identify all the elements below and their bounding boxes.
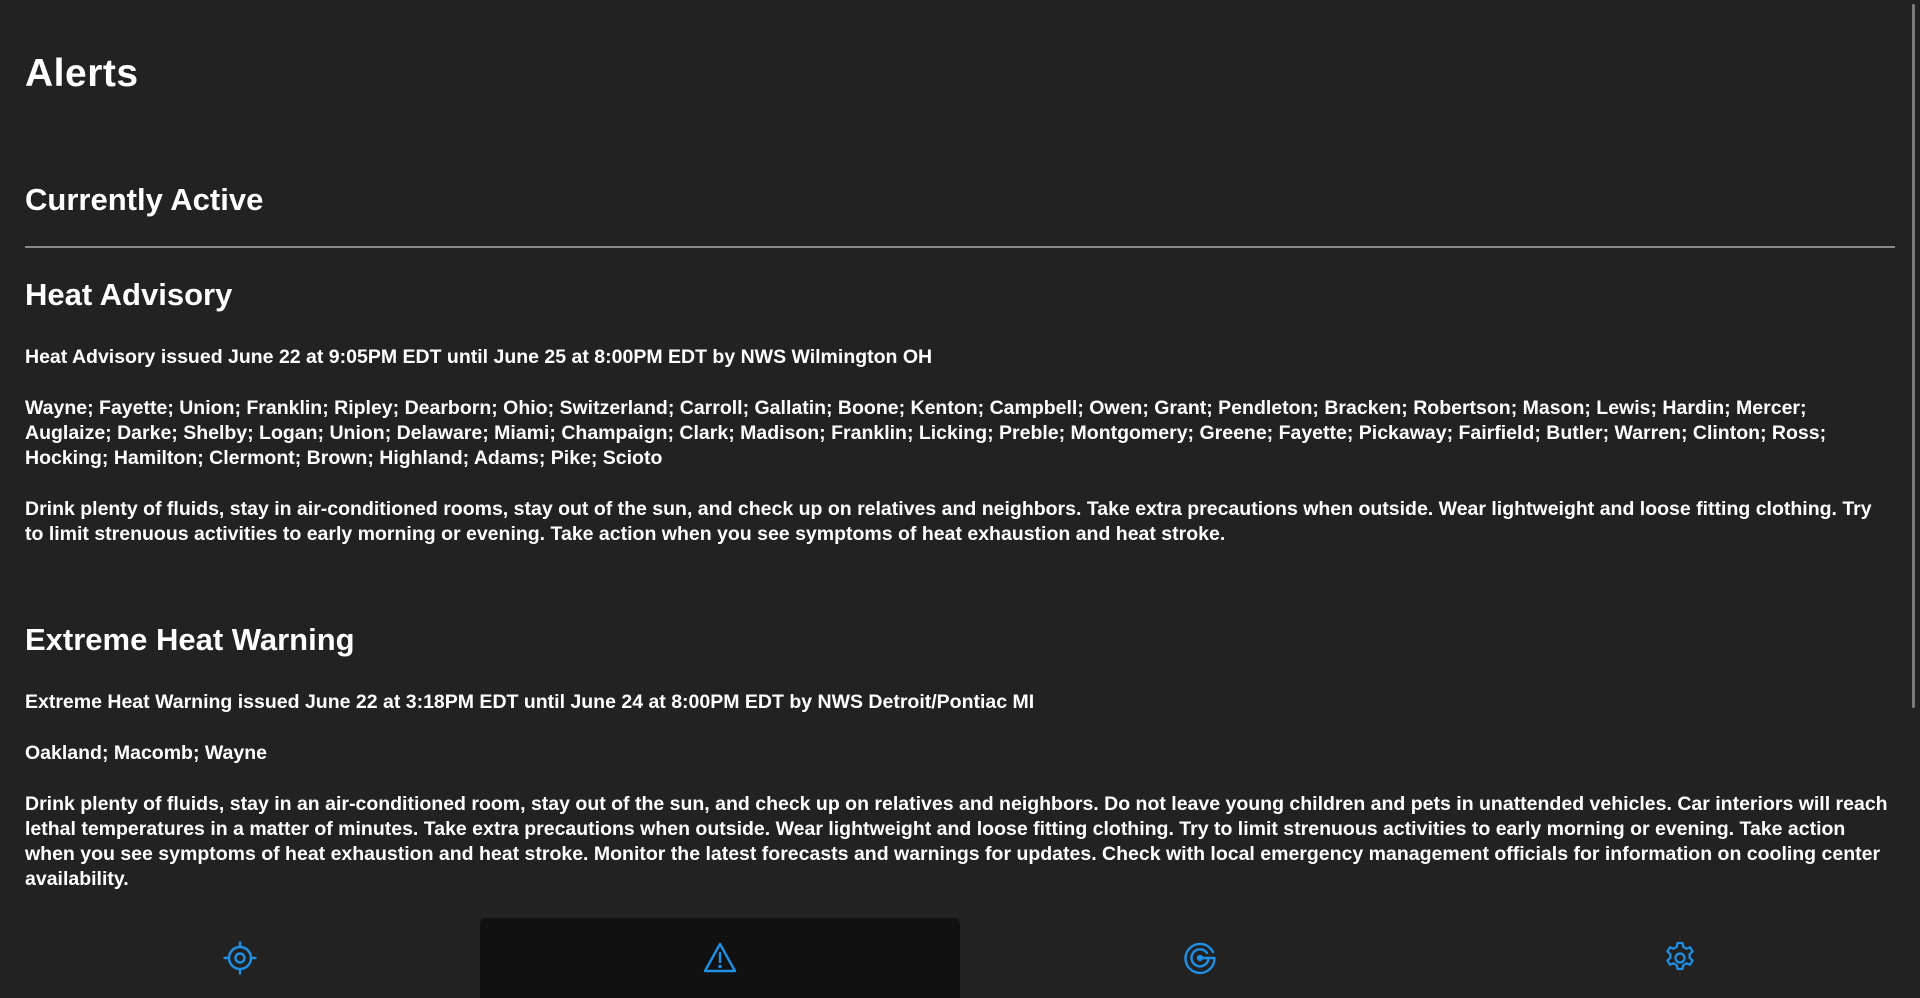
divider — [25, 246, 1895, 248]
nav-item-settings[interactable] — [1440, 918, 1920, 998]
alert-areas-text: Wayne; Fayette; Union; Franklin; Ripley;… — [25, 397, 1827, 469]
alert-triangle-icon — [703, 942, 737, 973]
page-title: Alerts — [25, 52, 139, 95]
alert-card: Extreme Heat Warning Extreme Heat Warnin… — [25, 615, 1895, 892]
alert-issued-text: Heat Advisory issued June 22 at 9:05PM E… — [25, 346, 933, 368]
location-crosshair-icon — [223, 941, 257, 975]
alert-areas-text: Oakland; Macomb; Wayne — [25, 742, 267, 764]
section-title: Currently Active — [25, 182, 264, 217]
gear-icon — [1666, 941, 1694, 971]
nav-item-alerts[interactable] — [480, 918, 960, 998]
vertical-scrollbar[interactable] — [1907, 0, 1920, 918]
alert-instructions-text: Drink plenty of fluids, stay in an air-c… — [25, 793, 1888, 890]
alert-card: Heat Advisory Heat Advisory issued June … — [25, 270, 1895, 547]
alert-title: Heat Advisory — [25, 277, 233, 312]
scrollbar-thumb[interactable] — [1912, 4, 1915, 708]
nav-item-location[interactable] — [0, 918, 480, 998]
radar-icon — [1184, 942, 1216, 975]
alerts-list: Heat Advisory Heat Advisory issued June … — [25, 270, 1895, 918]
alert-title: Extreme Heat Warning — [25, 622, 355, 657]
nav-item-radar[interactable] — [960, 918, 1440, 998]
alerts-content[interactable]: Alerts Currently Active Heat Advisory He… — [0, 0, 1907, 918]
alert-issued-text: Extreme Heat Warning issued June 22 at 3… — [25, 691, 1035, 713]
app-window: Alerts Currently Active Heat Advisory He… — [0, 0, 1920, 998]
bottom-navigation — [0, 918, 1920, 998]
alert-instructions-text: Drink plenty of fluids, stay in air-cond… — [25, 498, 1872, 545]
